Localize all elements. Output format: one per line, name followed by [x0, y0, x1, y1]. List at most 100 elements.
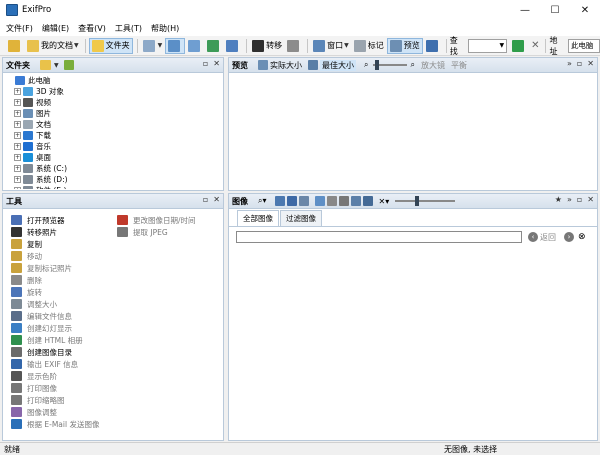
tab-all-images[interactable]: 全部图像: [237, 210, 279, 226]
tree-item[interactable]: + 桌面: [3, 152, 223, 163]
refresh-button[interactable]: [205, 38, 223, 54]
tree-item[interactable]: + 软件 (E:): [3, 185, 223, 189]
tag-button[interactable]: 标记: [352, 38, 386, 54]
filter-button[interactable]: [507, 38, 528, 54]
zoom-slider-thumb[interactable]: [375, 60, 380, 70]
tool-item[interactable]: 打印图像: [11, 382, 117, 394]
thumb-size-slider[interactable]: [395, 196, 456, 206]
balance-button[interactable]: 平衡: [451, 60, 467, 71]
transfer-button[interactable]: 转移: [250, 38, 284, 54]
tool-item[interactable]: 输出 EXIF 信息: [11, 358, 117, 370]
back-circle-icon[interactable]: ‹: [528, 232, 538, 242]
tool-item[interactable]: 创建 HTML 相册: [11, 334, 117, 346]
stack-icon[interactable]: [298, 196, 309, 206]
tree-item[interactable]: + 图片: [3, 108, 223, 119]
window-button[interactable]: 窗口 ▼: [311, 38, 351, 54]
menu-view[interactable]: 查看(V): [78, 23, 106, 34]
overflow-icon[interactable]: »: [567, 195, 572, 204]
tool-item[interactable]: 移动: [11, 250, 117, 262]
menu-help[interactable]: 帮助(H): [151, 23, 179, 34]
tool-item[interactable]: 复制标记照片: [11, 262, 117, 274]
group-icon[interactable]: [286, 196, 297, 206]
close-icon[interactable]: ✕: [213, 59, 220, 68]
minimize-button[interactable]: —: [510, 0, 540, 20]
expand-icon[interactable]: +: [14, 132, 21, 139]
restore-icon[interactable]: ▫: [203, 59, 208, 68]
filter-input[interactable]: [236, 231, 522, 243]
expand-icon[interactable]: +: [14, 110, 21, 117]
find-input[interactable]: ▼: [468, 38, 508, 53]
tool-item[interactable]: 调整大小: [11, 298, 117, 310]
zoom-in-icon[interactable]: ⌕: [410, 60, 414, 70]
sort-icon[interactable]: [274, 196, 285, 206]
expand-icon[interactable]: +: [14, 121, 21, 128]
close-button[interactable]: ✕: [570, 0, 600, 20]
details-icon[interactable]: [338, 196, 349, 206]
tree-item[interactable]: + 系统 (D:): [3, 174, 223, 185]
tool-item[interactable]: 打印缩略图: [11, 394, 117, 406]
address-input[interactable]: 此电脑: [567, 38, 600, 53]
view-mode-button[interactable]: ▼: [141, 38, 165, 54]
clear-filter-icon[interactable]: ⊗: [578, 232, 586, 242]
expand-icon[interactable]: +: [14, 143, 21, 150]
menu-tools[interactable]: 工具(T): [115, 23, 142, 34]
menu-file[interactable]: 文件(F): [6, 23, 33, 34]
preview-button[interactable]: 预览: [386, 37, 423, 54]
zoom-slider[interactable]: [373, 60, 408, 70]
expand-icon[interactable]: +: [14, 187, 21, 189]
browse-button[interactable]: [6, 38, 24, 54]
tab-filter-images[interactable]: 过滤图像: [280, 210, 322, 226]
tool-item[interactable]: 编辑文件信息: [11, 310, 117, 322]
search-icon[interactable]: ⌕▾: [258, 196, 267, 206]
tree-item[interactable]: + 音乐: [3, 141, 223, 152]
tool-item[interactable]: 图像调整: [11, 406, 117, 418]
tree-item[interactable]: + 系统 (C:): [3, 163, 223, 174]
folder-button[interactable]: 文件夹: [88, 37, 133, 54]
close-icon[interactable]: ✕: [213, 195, 220, 204]
tool-item[interactable]: 更改图像日期/时间: [117, 214, 223, 226]
expand-icon[interactable]: +: [14, 99, 21, 106]
tool-item[interactable]: 打开预览器: [11, 214, 117, 226]
tree-view-button[interactable]: [165, 37, 186, 54]
filmstrip-icon[interactable]: [362, 196, 373, 206]
expand-icon[interactable]: +: [14, 154, 21, 161]
thumb-size-slider-thumb[interactable]: [415, 196, 420, 206]
tool-item[interactable]: 转移照片: [11, 226, 117, 238]
print-button[interactable]: [285, 38, 303, 54]
forward-circle-icon[interactable]: ›: [564, 232, 574, 242]
tool-item[interactable]: 根据 E-Mail 发送图像: [11, 418, 117, 430]
tiles-icon[interactable]: [350, 196, 361, 206]
thumbnails-icon[interactable]: [314, 196, 325, 206]
actual-size-button[interactable]: 实际大小: [270, 60, 302, 71]
restore-icon[interactable]: ▫: [577, 59, 582, 68]
expand-icon[interactable]: +: [14, 176, 21, 183]
image-list-button[interactable]: [186, 38, 204, 54]
maximize-button[interactable]: ☐: [540, 0, 570, 20]
tool-item[interactable]: 复制: [11, 238, 117, 250]
tool-item[interactable]: 删除: [11, 274, 117, 286]
tools-icon[interactable]: ✕▾: [379, 197, 390, 206]
magnifier-button[interactable]: 放大镜: [421, 60, 445, 71]
close-icon[interactable]: ✕: [587, 195, 594, 204]
tree-item[interactable]: + 下载: [3, 130, 223, 141]
list-icon[interactable]: [326, 196, 337, 206]
tree-item[interactable]: + 视频: [3, 97, 223, 108]
expand-icon[interactable]: +: [14, 165, 21, 172]
clear-find-button[interactable]: ✕: [529, 38, 541, 54]
tool-item[interactable]: 创建图像目录: [11, 346, 117, 358]
restore-icon[interactable]: ▫: [203, 195, 208, 204]
tool-item[interactable]: 旋转: [11, 286, 117, 298]
best-size-button[interactable]: 最佳大小: [320, 59, 356, 71]
restore-icon[interactable]: ▫: [577, 195, 582, 204]
tree-item[interactable]: + 文档: [3, 119, 223, 130]
info-button[interactable]: [224, 38, 242, 54]
overflow-icon[interactable]: »: [567, 59, 572, 68]
expand-icon[interactable]: +: [14, 88, 21, 95]
tree-item[interactable]: 此电脑: [3, 75, 223, 86]
star-icon[interactable]: [63, 60, 74, 70]
tool-item[interactable]: 创建幻灯显示: [11, 322, 117, 334]
tree-item[interactable]: +3D 对象: [3, 86, 223, 97]
zoom-out-icon[interactable]: ⌕: [364, 60, 368, 70]
menu-edit[interactable]: 编辑(E): [42, 23, 69, 34]
folder-up-icon[interactable]: [40, 60, 51, 70]
